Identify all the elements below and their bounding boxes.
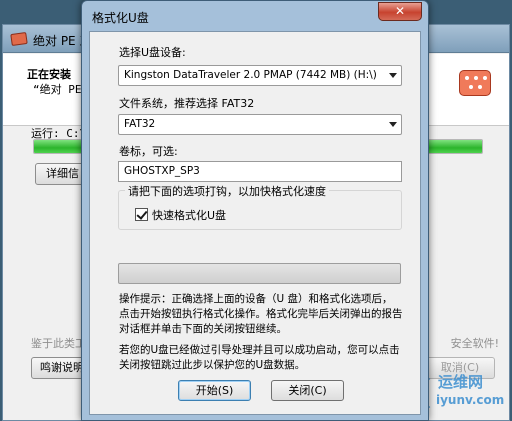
format-progress-bar xyxy=(118,263,401,284)
filesystem-select-value: FAT32 xyxy=(124,118,156,130)
dialog-title: 格式化U盘 xyxy=(92,11,149,25)
quick-format-checkbox[interactable] xyxy=(135,208,148,221)
start-button[interactable]: 开始(S) xyxy=(178,380,251,401)
filesystem-label: 文件系统，推荐选择 FAT32 xyxy=(119,97,255,110)
volume-input[interactable]: GHOSTXP_SP3 xyxy=(118,161,402,182)
close-button[interactable]: 关闭(C) xyxy=(271,380,344,401)
close-icon[interactable]: ✕ xyxy=(378,2,422,21)
product-logo-icon xyxy=(459,70,491,96)
device-label: 选择U盘设备: xyxy=(119,46,186,59)
chevron-down-icon[interactable] xyxy=(384,115,401,134)
chevron-down-icon[interactable] xyxy=(384,66,401,85)
device-select-value: Kingston DataTraveler 2.0 PMAP (7442 MB)… xyxy=(124,69,377,81)
installer-heading: 正在安装 xyxy=(27,68,71,81)
format-options-group: 请把下面的选项打钩，以加快格式化速度 快速格式化U盘 xyxy=(118,183,402,230)
watermark-title: 运维网 xyxy=(438,373,484,391)
options-legend: 请把下面的选项打钩，以加快格式化速度 xyxy=(125,183,329,199)
dialog-body: 选择U盘设备: Kingston DataTraveler 2.0 PMAP (… xyxy=(89,31,421,415)
filesystem-select[interactable]: FAT32 xyxy=(118,114,402,135)
watermark-url: iyunv.com xyxy=(436,393,505,407)
device-select[interactable]: Kingston DataTraveler 2.0 PMAP (7442 MB)… xyxy=(118,65,402,86)
footer-note-right: 安全软件! xyxy=(450,337,499,350)
app-icon xyxy=(10,31,28,47)
quick-format-label[interactable]: 快速格式化U盘 xyxy=(152,207,226,223)
installer-subheading: “绝对 PE xyxy=(33,83,82,96)
volume-label: 卷标，可选: xyxy=(119,145,178,158)
footer-note: 鉴于此类工 xyxy=(31,337,86,350)
skip-hint: 若您的U盘已经做过引导处理并且可以成功启动，您可以点击关闭按钮跳过此步以保护您的… xyxy=(119,344,400,371)
operation-tip: 操作提示：正确选择上面的设备（U 盘）和格式化选项后，点击开始按钮执行格式化操作… xyxy=(119,293,403,335)
format-usb-dialog: 格式化U盘 ✕ 选择U盘设备: Kingston DataTraveler 2.… xyxy=(81,0,429,421)
